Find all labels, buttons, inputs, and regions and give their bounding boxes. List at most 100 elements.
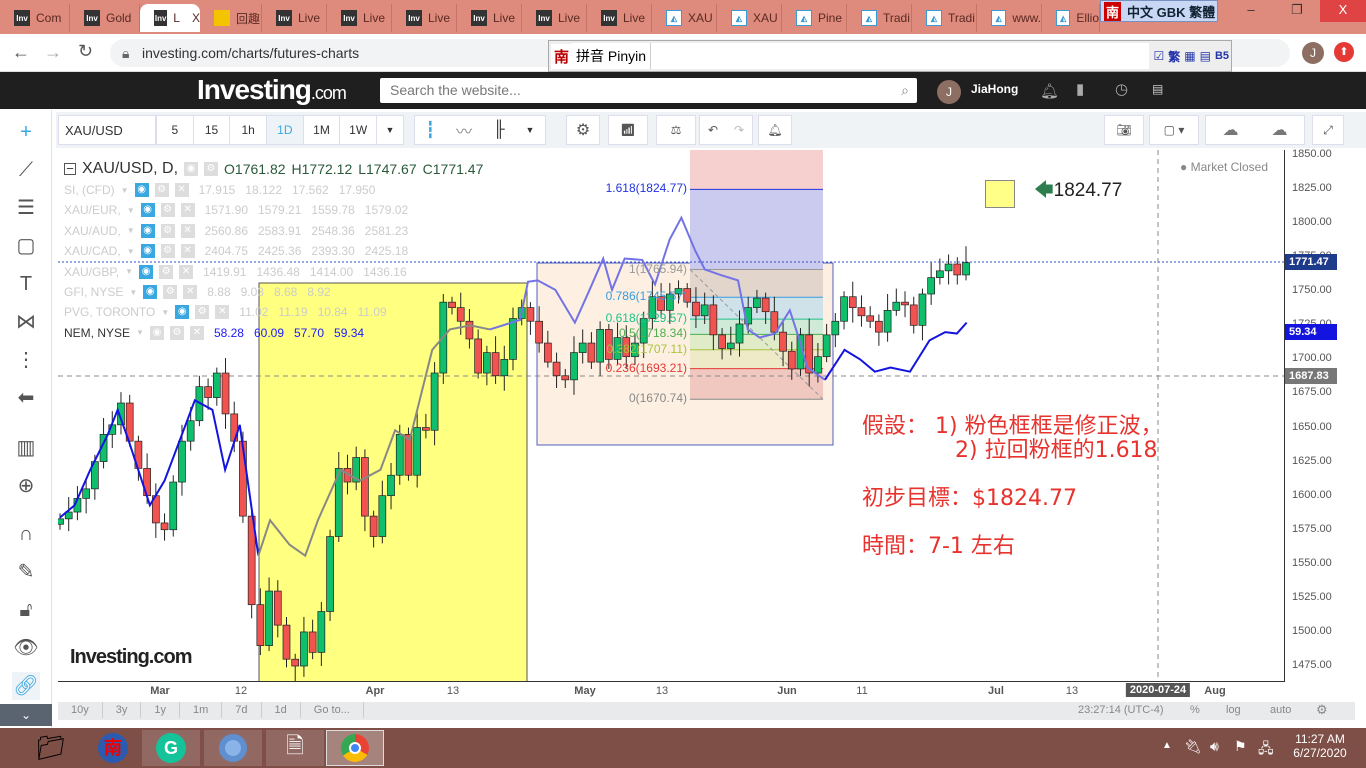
range-3y[interactable]: 3y [103, 702, 142, 718]
browser-tab[interactable]: ◭ www. [977, 4, 1042, 32]
search-icon[interactable]: ⌕ [901, 78, 909, 103]
eye-icon[interactable]: ◉ [149, 325, 164, 340]
bars-icon[interactable]: ╟ [493, 121, 504, 139]
chevron-down-icon[interactable]: ▼ [161, 308, 169, 317]
zoom-icon[interactable]: ⊕ [12, 472, 40, 500]
pattern-icon[interactable]: ⋈ [12, 308, 40, 336]
eye-icon[interactable]: ◉ [184, 162, 199, 176]
interval-15[interactable]: 15 [194, 116, 231, 144]
remove-icon[interactable]: ✕ [180, 223, 195, 238]
browser-tab[interactable]: ◭ XAU [652, 4, 717, 32]
gear-icon[interactable]: ⚙ [160, 203, 175, 218]
area-chart-icon[interactable]: 〰 [456, 118, 472, 142]
eye-icon[interactable]: ◉ [140, 223, 155, 238]
indicators-icon[interactable]: 📶︎ [608, 115, 648, 145]
fullscreen-icon[interactable]: ⤢ [1312, 115, 1344, 145]
interval-5[interactable]: 5 [157, 116, 194, 144]
tab-close-icon[interactable]: X [192, 11, 200, 25]
ime-indicator[interactable]: 南中文 GBK 繁體 [1100, 0, 1218, 22]
clock-icon[interactable]: ◷ [1115, 80, 1128, 98]
remove-icon[interactable]: ✕ [189, 325, 204, 340]
settings-icon[interactable]: ⚙ [566, 115, 600, 145]
browser-tab[interactable]: Inv Live [522, 4, 587, 32]
interval-1M[interactable]: 1M [304, 116, 341, 144]
overlay-name[interactable]: NEM, NYSE [64, 326, 130, 340]
interval-dropdown[interactable]: ▼ [377, 125, 403, 135]
interval-1W[interactable]: 1W [340, 116, 378, 144]
price-axis[interactable]: 1475.00 1500.00 1525.00 1550.00 1575.00 1600.… [1285, 148, 1355, 682]
range-1d[interactable]: 1d [262, 702, 301, 718]
network-icon[interactable]: 🖧︎ [1258, 738, 1274, 762]
user-avatar[interactable]: J [937, 80, 961, 104]
remove-icon[interactable]: ✕ [215, 305, 230, 320]
browser-tab[interactable]: ◭ Pine [782, 4, 847, 32]
browser-tab[interactable]: ◭ Tradi [847, 4, 912, 32]
volume-icon[interactable]: 🔊︎ [1210, 738, 1219, 755]
compare-icon[interactable]: ⚖ [656, 115, 696, 145]
eye-icon[interactable]: ◉ [140, 244, 155, 259]
range-Goto[interactable]: Go to... [301, 702, 364, 718]
overlay-name[interactable]: XAU/AUD, [64, 224, 121, 238]
browser-tab[interactable]: Inv L X [140, 4, 200, 32]
remove-icon[interactable]: ✕ [183, 285, 198, 299]
chevron-down-icon[interactable]: ▼ [121, 186, 129, 195]
range-1y[interactable]: 1y [141, 702, 180, 718]
rectangle-icon[interactable]: ▢ [12, 232, 40, 260]
axis-settings-icon[interactable]: ⚙ [1316, 702, 1328, 718]
site-search-input[interactable]: Search the website... ⌕ [380, 78, 917, 103]
browser-tab[interactable]: ◭ Tradi [912, 4, 977, 32]
gear-icon[interactable]: ⚙ [160, 223, 175, 238]
chevron-down-icon[interactable]: ▼ [127, 226, 135, 235]
gear-icon[interactable]: ⚙ [163, 285, 178, 299]
pinyin-ime-bar[interactable]: 南 拼音 Pinyin ☑ 繁 ▦ ▤ B5 [548, 40, 1232, 72]
percent-toggle[interactable]: % [1190, 704, 1200, 716]
alert-icon[interactable]: 🔔︎ [758, 115, 792, 145]
eye-icon[interactable]: ◉ [143, 285, 158, 299]
site-logo[interactable]: Investing.com [197, 74, 347, 106]
eye-icon[interactable]: ◉ [140, 203, 155, 218]
back-icon[interactable]: ← [12, 42, 30, 63]
overlay-name[interactable]: PVG, TORONTO [64, 305, 155, 319]
remove-icon[interactable]: ✕ [179, 264, 194, 279]
reload-icon[interactable]: ↻ [78, 41, 93, 62]
user-name[interactable]: JiaHong [971, 82, 1018, 96]
chevron-down-icon[interactable]: ▼ [127, 247, 135, 256]
gear-icon[interactable]: ⚙ [169, 325, 184, 340]
auto-toggle[interactable]: auto [1270, 704, 1291, 716]
browser-tab[interactable]: ◭ Ellio [1042, 4, 1100, 32]
action-center-flag-icon[interactable]: ⚑ [1234, 738, 1247, 755]
lock-icon[interactable]: 🔓︎ [12, 596, 40, 624]
bell-icon[interactable]: 🔔︎ [1040, 82, 1059, 100]
checkbox-icon[interactable]: ☑ [1153, 49, 1164, 63]
redo-icon[interactable]: ↷ [734, 123, 744, 137]
gear-icon[interactable]: ⚙ [204, 162, 219, 176]
eye-icon[interactable]: ◉ [139, 264, 154, 279]
pencil-icon[interactable]: ✎ [12, 558, 40, 586]
text-icon[interactable]: T [12, 270, 40, 298]
file-explorer-icon[interactable]: 📁︎ [22, 730, 80, 766]
grammarly-icon[interactable]: G [156, 733, 186, 763]
chevron-down-icon[interactable]: ▼ [136, 328, 144, 337]
layout-dropdown[interactable]: ▢ ▾ [1149, 115, 1199, 145]
browser-tab[interactable]: Inv Live [587, 4, 652, 32]
browser-tab[interactable]: ◭ XAU [717, 4, 782, 32]
interval-1h[interactable]: 1h [230, 116, 267, 144]
camera-icon[interactable]: 📷︎ [1104, 115, 1144, 145]
trend-line-icon[interactable]: ⟋ [12, 156, 40, 184]
close-window-button[interactable]: X [1320, 0, 1366, 22]
browser-tab[interactable]: 回趣 [200, 4, 262, 32]
clock[interactable]: 11:27 AM 6/27/2020 [1290, 732, 1350, 760]
crosshair-icon[interactable]: + [12, 118, 40, 146]
minimize-button[interactable]: – [1228, 0, 1274, 22]
eye-icon[interactable]: ◉ [134, 183, 149, 197]
time-axis[interactable]: Mar 12 Apr 13 May 13 Jun 11 Jul 13 Aug 2020-07-24 [58, 682, 1285, 702]
interval-1D[interactable]: 1D [267, 116, 304, 144]
remove-icon[interactable]: ✕ [180, 244, 195, 259]
magnet-icon[interactable]: ∩ [12, 520, 40, 548]
browser-tab[interactable]: Inv Com [0, 4, 70, 32]
gear-icon[interactable]: ⚙ [154, 183, 169, 197]
range-10y[interactable]: 10y [58, 702, 103, 718]
chevron-down-icon[interactable]: ▼ [125, 267, 133, 276]
fib-icon[interactable]: ⋮ [12, 346, 40, 374]
notepad-icon[interactable]: 🗎 [266, 730, 324, 766]
